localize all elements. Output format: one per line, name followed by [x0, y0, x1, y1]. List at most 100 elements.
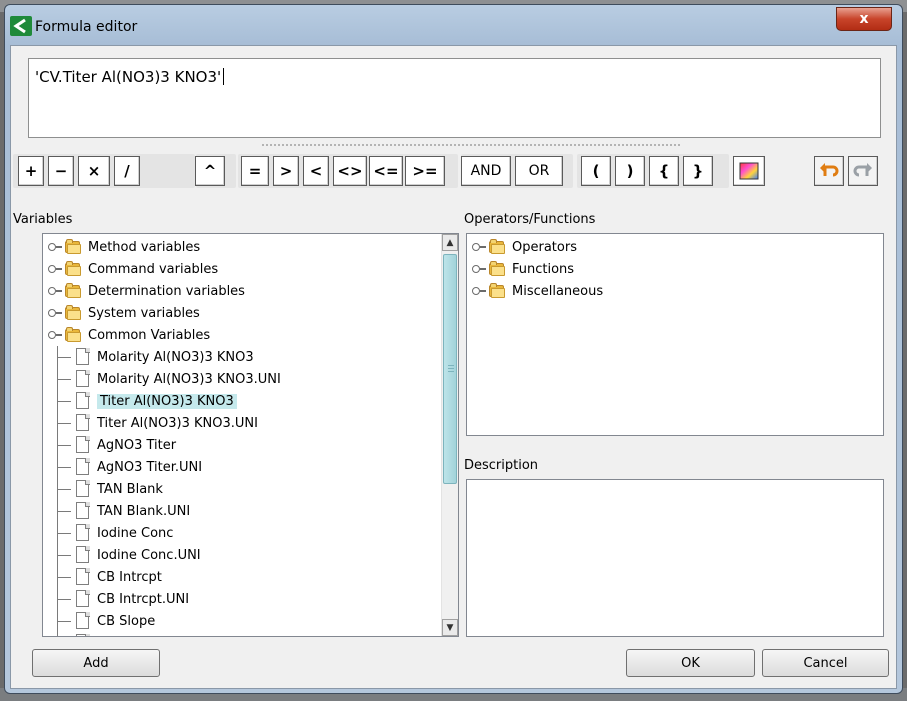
title-bar[interactable]: Formula editor x: [5, 5, 902, 45]
undo-icon: [820, 163, 839, 177]
redo-button[interactable]: [848, 156, 878, 186]
document-icon: [75, 348, 91, 366]
ok-button[interactable]: OK: [626, 649, 755, 677]
tree-variable-item[interactable]: Titer Al(NO3)3 KNO3.UNI: [57, 412, 258, 434]
formula-text: 'CV.Titer Al(NO3)3 KNO3': [35, 68, 222, 86]
folder-icon: [64, 261, 82, 277]
tree-folder-row[interactable]: Functions: [472, 258, 574, 280]
scroll-down-button[interactable]: ▼: [442, 619, 458, 636]
variables-scrollbar[interactable]: ▲ ▼: [441, 234, 458, 636]
tree-item-label: Iodine Conc.UNI: [97, 547, 201, 563]
tree-variable-item[interactable]: [57, 632, 97, 636]
redo-icon: [853, 163, 872, 177]
tree-variable-item[interactable]: Titer Al(NO3)3 KNO3: [57, 390, 237, 412]
or-button[interactable]: OR: [515, 156, 563, 186]
divide-button[interactable]: /: [114, 156, 140, 186]
expand-icon[interactable]: [48, 240, 62, 254]
close-button[interactable]: x: [836, 7, 892, 31]
chevron-down-icon: ▼: [446, 622, 454, 633]
tree-variable-item[interactable]: CB Intrcpt: [57, 566, 162, 588]
tree-connector: [57, 598, 71, 600]
scroll-up-button[interactable]: ▲: [442, 234, 458, 251]
document-icon: [75, 436, 91, 454]
tree-folder-row[interactable]: System variables: [48, 302, 200, 324]
open-paren-button[interactable]: (: [581, 156, 611, 186]
tree-folder-label: Command variables: [88, 261, 219, 277]
tree-variable-item[interactable]: AgNO3 Titer.UNI: [57, 456, 202, 478]
tree-folder-row[interactable]: Miscellaneous: [472, 280, 603, 302]
tree-folder-label: Miscellaneous: [512, 283, 604, 299]
collapse-icon[interactable]: [48, 328, 62, 342]
scroll-grip: [448, 371, 454, 372]
tree-item-label: AgNO3 Titer.UNI: [97, 459, 203, 475]
tree-item-label: TAN Blank.UNI: [97, 503, 191, 519]
document-icon: [75, 458, 91, 476]
document-icon: [75, 590, 91, 608]
tree-variable-item[interactable]: Iodine Conc: [57, 522, 173, 544]
tree-folder-label: Operators: [512, 239, 577, 255]
equals-button[interactable]: =: [241, 156, 269, 186]
tree-variable-item[interactable]: Iodine Conc.UNI: [57, 544, 201, 566]
tree-variable-item[interactable]: Molarity Al(NO3)3 KNO3: [57, 346, 254, 368]
undo-button[interactable]: [814, 156, 844, 186]
tree-variable-item[interactable]: TAN Blank: [57, 478, 163, 500]
tree-item-label: TAN Blank: [97, 481, 163, 497]
scroll-thumb[interactable]: [443, 254, 457, 484]
power-button[interactable]: ^: [195, 156, 225, 186]
less-than-button[interactable]: <: [303, 156, 329, 186]
close-paren-button[interactable]: ): [615, 156, 645, 186]
tree-connector: [57, 356, 71, 358]
minus-button[interactable]: −: [48, 156, 74, 186]
tree-folder-row[interactable]: Command variables: [48, 258, 218, 280]
tree-variable-item[interactable]: CB Intrcpt.UNI: [57, 588, 189, 610]
tree-folder-label: Functions: [512, 261, 575, 277]
greater-equal-button[interactable]: >=: [405, 156, 445, 186]
expand-icon[interactable]: [472, 284, 486, 298]
and-button[interactable]: AND: [461, 156, 511, 186]
tree-variable-item[interactable]: Molarity Al(NO3)3 KNO3.UNI: [57, 368, 281, 390]
open-brace-button[interactable]: {: [649, 156, 679, 186]
operator-toolbar: + − × / ^ = > < <> <= >= AND OR ( ) { }: [11, 154, 898, 190]
expand-icon[interactable]: [48, 262, 62, 276]
greater-than-button[interactable]: >: [273, 156, 299, 186]
formula-input[interactable]: 'CV.Titer Al(NO3)3 KNO3': [28, 58, 881, 138]
expand-icon[interactable]: [472, 240, 486, 254]
tree-connector: [57, 488, 71, 490]
tree-folder-row[interactable]: Common Variables: [48, 324, 210, 346]
color-picker-button[interactable]: [733, 156, 765, 186]
expand-icon[interactable]: [48, 284, 62, 298]
tree-folder-label: Determination variables: [88, 283, 245, 299]
tree-connector: [57, 444, 71, 446]
app-icon: [10, 16, 32, 36]
multiply-button[interactable]: ×: [78, 156, 110, 186]
cancel-button[interactable]: Cancel: [762, 649, 889, 677]
folder-icon: [64, 283, 82, 299]
tree-folder-row[interactable]: Method variables: [48, 236, 200, 258]
tree-item-label: Molarity Al(NO3)3 KNO3.UNI: [97, 371, 281, 387]
tree-folder-row[interactable]: Operators: [472, 236, 577, 258]
description-box: [466, 479, 884, 637]
variables-tree[interactable]: Method variables Command variables Determi…: [42, 233, 459, 637]
tree-connector: [57, 554, 71, 556]
close-brace-button[interactable]: }: [683, 156, 713, 186]
tree-variable-item[interactable]: AgNO3 Titer: [57, 434, 176, 456]
tree-connector: [57, 400, 71, 402]
tree-variable-item[interactable]: CB Slope: [57, 610, 155, 632]
tree-folder-row[interactable]: Determination variables: [48, 280, 245, 302]
splitter-handle[interactable]: [261, 143, 681, 147]
expand-icon[interactable]: [48, 306, 62, 320]
not-equal-button[interactable]: <>: [333, 156, 367, 186]
document-icon: [75, 370, 91, 388]
folder-icon: [64, 239, 82, 255]
expand-icon[interactable]: [472, 262, 486, 276]
tree-connector: [57, 532, 71, 534]
document-icon: [75, 634, 91, 636]
document-icon: [75, 612, 91, 630]
plus-button[interactable]: +: [18, 156, 44, 186]
add-button[interactable]: Add: [32, 649, 160, 677]
document-icon: [75, 392, 91, 410]
operators-tree[interactable]: Operators Functions Miscellaneous: [466, 233, 884, 436]
tree-variable-item[interactable]: TAN Blank.UNI: [57, 500, 190, 522]
less-equal-button[interactable]: <=: [369, 156, 403, 186]
tree-folder-label: Common Variables: [88, 327, 211, 343]
